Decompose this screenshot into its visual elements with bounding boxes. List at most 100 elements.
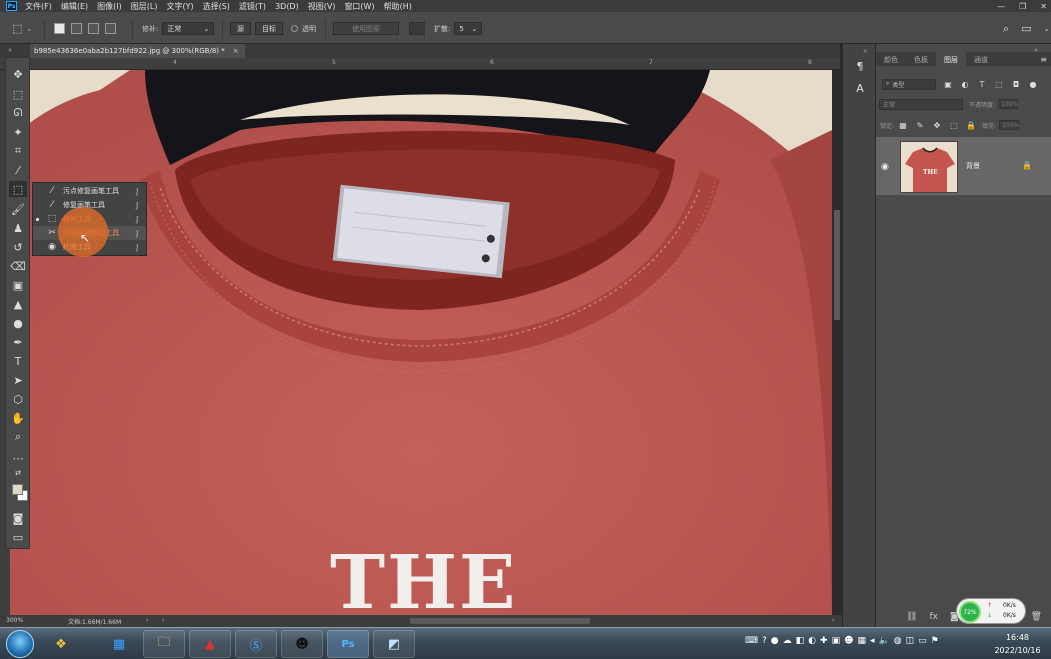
crop-tool-icon[interactable]: ⌗: [9, 143, 27, 159]
move-tool-icon[interactable]: ✥: [9, 66, 27, 82]
help-icon[interactable]: ?: [762, 636, 767, 646]
scroll-left-icon[interactable]: ‹: [162, 617, 164, 624]
scroll-thumb[interactable]: [834, 210, 840, 320]
taskbar-app-window-icon[interactable]: ◩: [373, 630, 415, 658]
volume-icon[interactable]: 🔈: [879, 636, 890, 646]
network-speed-widget[interactable]: 72% ↑ 0K/s ↓ 0K/s: [956, 598, 1026, 624]
use-pattern-button[interactable]: 使用图案: [333, 22, 399, 35]
patch-tool-icon[interactable]: ⬚: [9, 181, 27, 197]
speaker-icon[interactable]: ◂: [870, 636, 875, 646]
start-button[interactable]: [6, 630, 34, 658]
shape-tool-icon[interactable]: ⬡: [9, 391, 27, 407]
type-tool-icon[interactable]: T: [9, 353, 27, 369]
subtract-selection-button[interactable]: [88, 23, 99, 34]
menu-view[interactable]: 视图(V): [308, 1, 336, 12]
tool-preset-picker[interactable]: ⬚ ⌄: [12, 21, 32, 36]
keyboard-icon[interactable]: ⌨: [745, 636, 758, 646]
tray-app-icon[interactable]: ✚: [820, 636, 828, 646]
new-selection-button[interactable]: [54, 23, 65, 34]
menu-type[interactable]: 文字(Y): [166, 1, 193, 12]
wechat-icon[interactable]: ☁: [783, 636, 792, 646]
taskbar-clock[interactable]: 16:48 2022/10/16: [990, 631, 1045, 657]
tray-app-icon[interactable]: ▣: [832, 636, 841, 646]
minimize-button[interactable]: —: [997, 2, 1005, 11]
foreground-color-swatch[interactable]: [12, 484, 23, 495]
tray-app-icon[interactable]: ◫: [906, 636, 915, 646]
blur-tool-icon[interactable]: ▲: [9, 296, 27, 312]
workspace-icon[interactable]: ▭: [1021, 22, 1031, 35]
flag-icon[interactable]: ⚑: [931, 636, 939, 646]
taskbar-qq-icon[interactable]: ☻: [281, 630, 323, 658]
layer-row-background[interactable]: ◉ THE 背景 🔒: [876, 137, 1051, 195]
menu-file[interactable]: 文件(F): [25, 1, 52, 12]
menu-3d[interactable]: 3D(D): [275, 2, 299, 11]
hand-tool-icon[interactable]: ✋: [9, 410, 27, 426]
menu-filter[interactable]: 滤镜(T): [239, 1, 266, 12]
pen-tool-icon[interactable]: ✒: [9, 334, 27, 350]
more-tools-icon[interactable]: ⋯: [9, 450, 27, 466]
source-button[interactable]: 源: [230, 22, 251, 35]
screen-mode-icon[interactable]: ▭: [9, 529, 27, 545]
brush-tool-icon[interactable]: 🖌: [9, 201, 27, 217]
patch-mode-select[interactable]: 正常 ⌄: [162, 22, 215, 35]
lock-pixels-icon[interactable]: ✎: [915, 120, 925, 130]
history-brush-icon[interactable]: ↺: [9, 239, 27, 255]
intersect-selection-button[interactable]: [105, 23, 116, 34]
taskbar-app-blue-icon[interactable]: ▦: [98, 630, 140, 658]
qq-icon[interactable]: ☻: [844, 636, 853, 646]
document-tab[interactable]: b985e43636e0aba2b127bfd922.jpg @ 300%(RG…: [30, 44, 245, 58]
lock-artboard-icon[interactable]: ⬚: [949, 120, 959, 130]
lock-all-icon[interactable]: 🔒: [966, 120, 976, 130]
eye-icon[interactable]: ◉: [881, 162, 889, 172]
menu-layer[interactable]: 图层(L): [131, 1, 158, 12]
tray-app-icon[interactable]: ▦: [857, 636, 866, 646]
panel-collapse-icon[interactable]: »: [8, 46, 12, 54]
chevron-right-icon[interactable]: ›: [146, 617, 148, 624]
character-icon[interactable]: A: [852, 82, 868, 98]
zoom-level[interactable]: 300%: [6, 617, 23, 624]
diffusion-select[interactable]: 5 ⌄: [454, 22, 483, 35]
tab-color[interactable]: 颜色: [876, 52, 906, 66]
eraser-icon[interactable]: ⌫: [9, 258, 27, 274]
blend-mode-select[interactable]: 正常: [879, 98, 963, 110]
fx-icon[interactable]: fx: [929, 612, 938, 622]
search-icon[interactable]: ⌕: [1003, 22, 1009, 36]
horizontal-scroll-thumb[interactable]: [410, 618, 590, 624]
magic-wand-icon[interactable]: ✦: [9, 124, 27, 140]
layer-name[interactable]: 背景: [966, 161, 980, 171]
marquee-tool-icon[interactable]: ⬚: [9, 86, 27, 102]
tray-app-icon[interactable]: ●: [771, 636, 779, 646]
menu-window[interactable]: 窗口(W): [344, 1, 374, 12]
gradient-tool-icon[interactable]: ▣: [9, 277, 27, 293]
filter-type-icon[interactable]: T: [977, 79, 987, 89]
filter-toggle-icon[interactable]: ●: [1028, 79, 1038, 89]
filter-smart-icon[interactable]: ◘: [1011, 79, 1021, 89]
chevron-down-icon[interactable]: ⌄: [1044, 25, 1050, 33]
taskbar-browser-icon[interactable]: Ⓢ: [235, 630, 277, 658]
menu-select[interactable]: 选择(S): [203, 1, 230, 12]
close-tab-icon[interactable]: ×: [233, 47, 239, 55]
vertical-scrollbar[interactable]: [832, 70, 842, 615]
panel-menu-icon[interactable]: ≡: [1036, 52, 1051, 66]
layer-filter-select[interactable]: ⌕ 类型: [882, 78, 936, 90]
lock-transparent-icon[interactable]: ▦: [898, 120, 908, 130]
restore-button[interactable]: ❐: [1019, 2, 1026, 11]
taskbar-photoshop-icon[interactable]: Ps: [327, 630, 369, 658]
paragraph-icon[interactable]: ¶: [852, 60, 868, 76]
collapse-icon[interactable]: «: [863, 47, 867, 55]
tray-app-icon[interactable]: ◧: [796, 636, 805, 646]
filter-adjust-icon[interactable]: ◐: [960, 79, 970, 89]
taskbar-autocad-icon[interactable]: ▲: [189, 630, 231, 658]
tab-layers[interactable]: 图层: [936, 52, 966, 66]
scroll-right-icon[interactable]: ›: [832, 617, 834, 624]
flyout-item-spot-healing[interactable]: ⁄ 污点修复画笔工具 J: [33, 184, 146, 198]
lock-position-icon[interactable]: ✥: [932, 120, 942, 130]
menu-help[interactable]: 帮助(H): [384, 1, 412, 12]
eyedropper-icon[interactable]: ⁄: [9, 162, 27, 178]
delete-layer-icon[interactable]: 🗑: [1031, 612, 1042, 622]
dodge-tool-icon[interactable]: ●: [9, 315, 27, 331]
filter-pixel-icon[interactable]: ▣: [943, 79, 953, 89]
taskbar-app-colorful-icon[interactable]: ❖: [40, 630, 82, 658]
quick-mask-icon[interactable]: ◙: [9, 510, 27, 526]
tray-app-icon[interactable]: ◐: [808, 636, 816, 646]
